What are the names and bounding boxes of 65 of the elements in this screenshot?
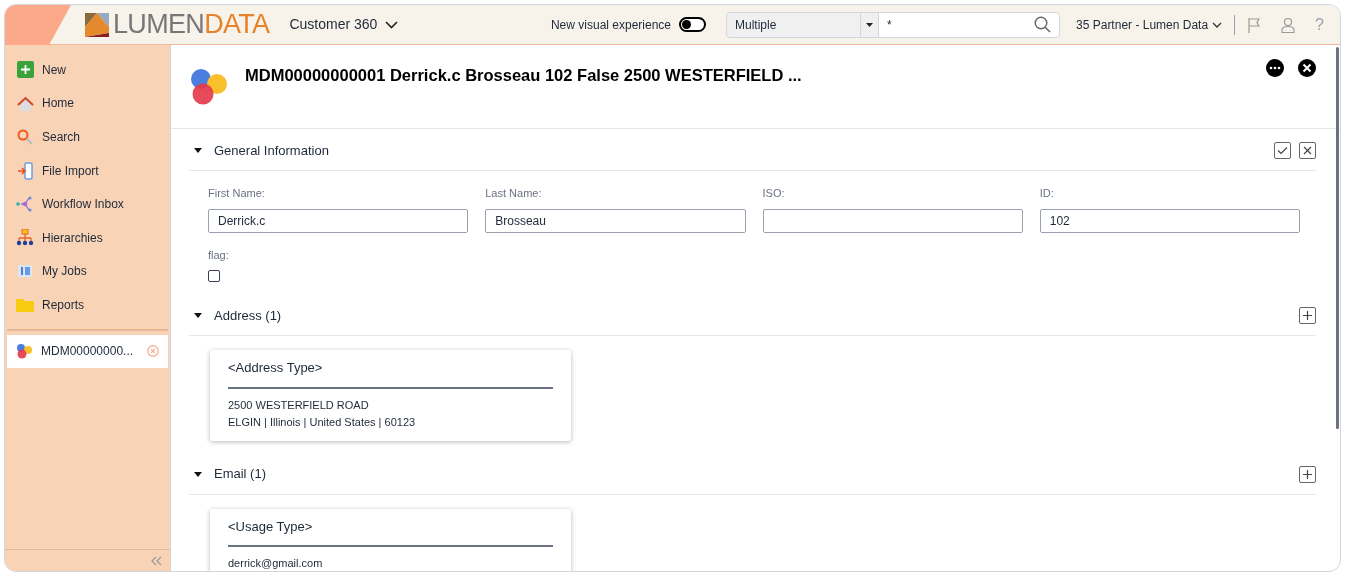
- field-label: flag:: [208, 247, 230, 263]
- caret-down-icon: [194, 148, 202, 153]
- more-icon[interactable]: [1266, 59, 1284, 77]
- nav-item[interactable]: Workflow Inbox: [7, 187, 168, 221]
- hierarchy-icon: [16, 229, 34, 247]
- plus-icon: [16, 61, 34, 79]
- add-button[interactable]: [1299, 307, 1316, 324]
- open-record-tab[interactable]: MDM00000000...: [7, 334, 168, 368]
- nav-item[interactable]: Hierarchies: [7, 220, 168, 255]
- search-scope-dropdown[interactable]: Multiple: [726, 11, 861, 38]
- card-text: derrick@gmail.com: [228, 556, 324, 571]
- section-toggle[interactable]: General Information: [189, 140, 329, 161]
- jobs-icon: [17, 263, 33, 280]
- nav-item[interactable]: Reports: [7, 288, 168, 322]
- toggle-label: New visual experience: [550, 16, 671, 34]
- search-icon: [17, 129, 33, 145]
- card-heading: <Address Type>: [228, 358, 553, 389]
- field-label: ISO:: [762, 186, 786, 201]
- brand-logo: LUMENDATA: [113, 11, 270, 38]
- nav-item[interactable]: Search: [7, 120, 168, 154]
- text-field[interactable]: Brosseau: [485, 208, 746, 233]
- scrollbar[interactable]: [1336, 47, 1339, 429]
- record-icon: [189, 67, 229, 105]
- record-icon: [16, 343, 33, 360]
- search-icon: [1034, 16, 1051, 33]
- caret-down-icon: [866, 22, 873, 27]
- logo-icon: [85, 12, 109, 37]
- text-field[interactable]: 102: [1039, 208, 1300, 233]
- close-icon[interactable]: [1298, 59, 1316, 77]
- workflow-icon: [16, 196, 34, 213]
- dropdown-button[interactable]: [861, 11, 878, 38]
- section-toggle[interactable]: Address (1): [189, 305, 282, 326]
- chevron-down-icon: [1212, 21, 1223, 28]
- card-heading: <Usage Type>: [228, 516, 553, 547]
- header-accent: [5, 5, 71, 45]
- caret-down-icon: [194, 313, 202, 318]
- nav-item[interactable]: My Jobs: [7, 254, 168, 289]
- record-card[interactable]: <Address Type> 2500 WESTERFIELD ROAD ELGIN | Illinois | United States | 60123: [210, 350, 571, 441]
- text-field[interactable]: Derrick.c: [208, 208, 469, 233]
- app-menu[interactable]: Customer 360: [289, 14, 399, 35]
- text-field[interactable]: [762, 208, 1023, 233]
- card-text: ELGIN | Illinois | United States | 60123: [228, 414, 417, 430]
- field-label: First Name:: [208, 186, 266, 201]
- record-card[interactable]: <Usage Type> derrick@gmail.com: [210, 508, 571, 571]
- user-icon[interactable]: [1281, 16, 1296, 33]
- cancel-button[interactable]: [1299, 142, 1316, 159]
- home-icon: [16, 95, 34, 111]
- nav-item[interactable]: New: [7, 53, 168, 87]
- record-title: MDM00000000001 Derrick.c Brosseau 102 False 2500 WESTERFIELD ...: [245, 65, 802, 86]
- field-label: Last Name:: [485, 186, 543, 201]
- caret-down-icon: [194, 471, 202, 477]
- toggle-switch[interactable]: [679, 17, 706, 32]
- account-menu[interactable]: 35 Partner - Lumen Data: [1076, 15, 1223, 34]
- section-toggle[interactable]: Email (1): [189, 464, 266, 484]
- nav-item[interactable]: File Import: [7, 153, 168, 188]
- search-field[interactable]: *: [878, 11, 1060, 38]
- add-button[interactable]: [1299, 465, 1316, 483]
- nav-item[interactable]: Home: [7, 86, 168, 121]
- card-text: 2500 WESTERFIELD ROAD: [228, 397, 370, 413]
- chevron-down-icon: [385, 20, 399, 29]
- field-label: ID:: [1039, 186, 1055, 201]
- checkbox[interactable]: [208, 270, 220, 282]
- folder-icon: [16, 297, 34, 313]
- file-import-icon: [16, 161, 34, 180]
- save-button[interactable]: [1274, 142, 1291, 159]
